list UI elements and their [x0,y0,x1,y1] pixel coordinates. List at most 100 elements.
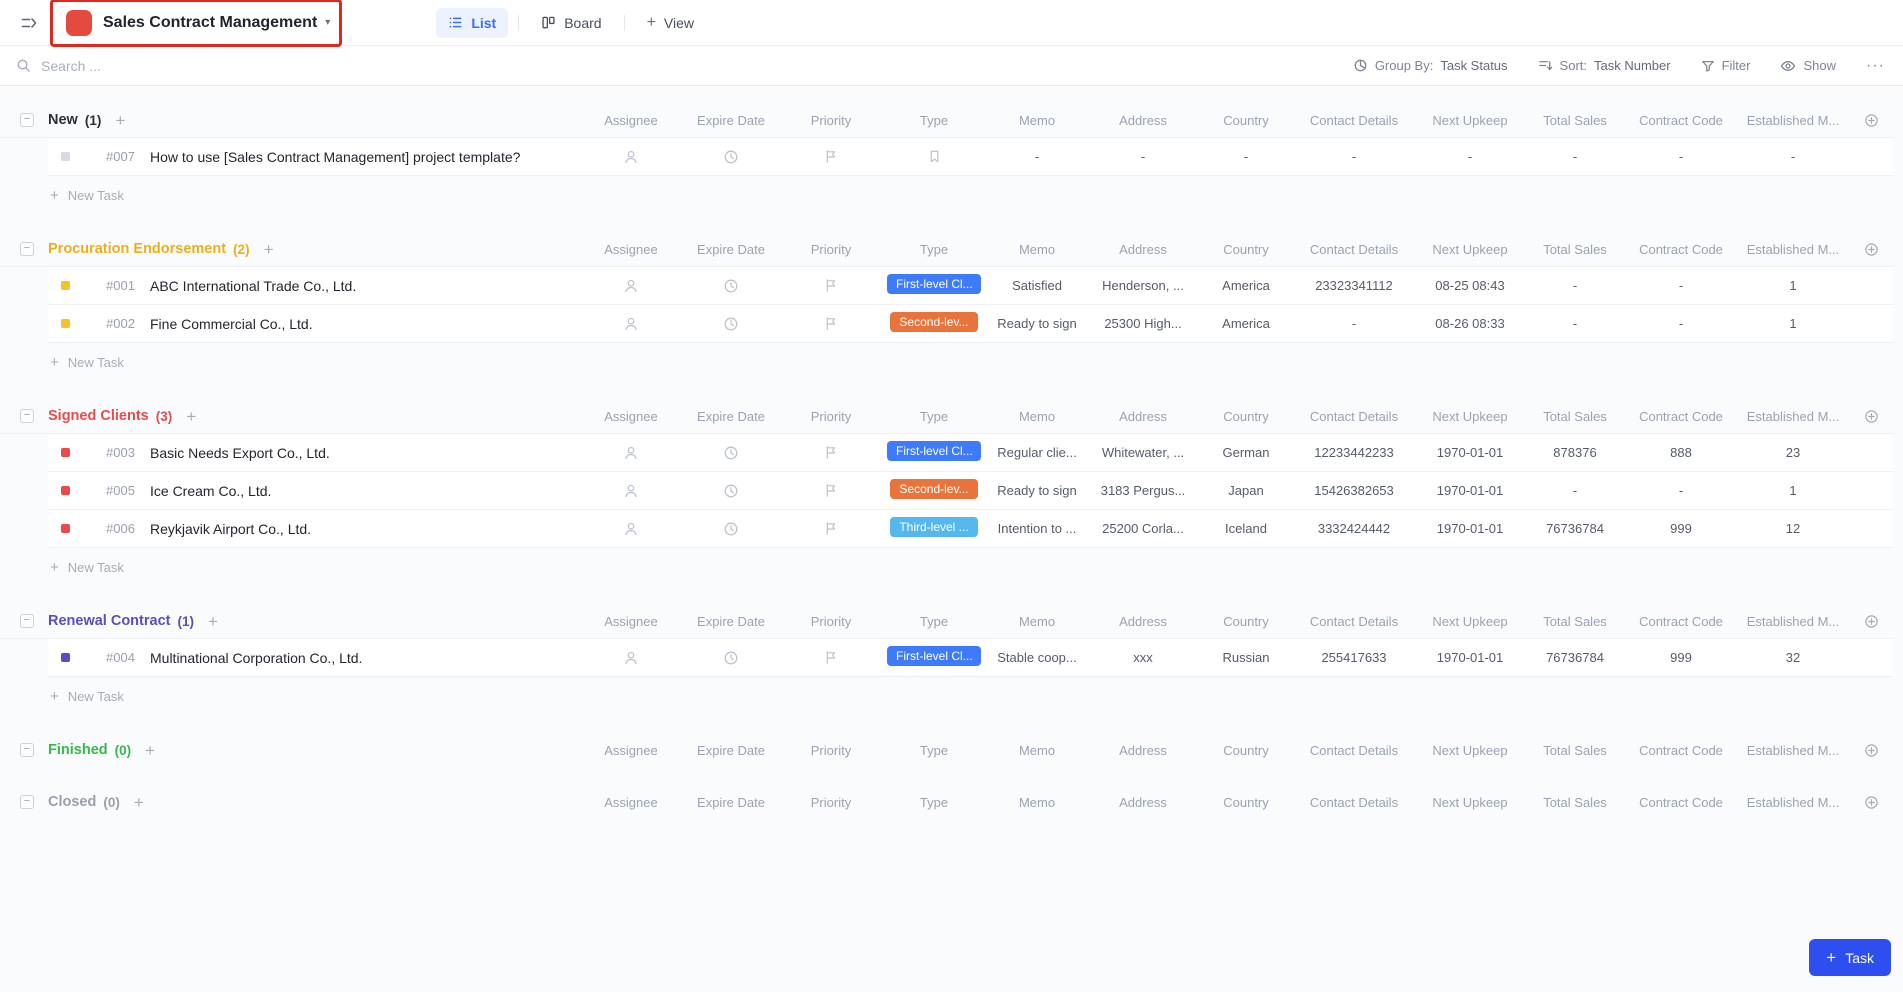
column-header-assignee[interactable]: Assignee [581,743,681,758]
cell-established[interactable]: 23 [1737,445,1849,460]
column-header-priority[interactable]: Priority [781,795,881,810]
column-header-contact[interactable]: Contact Details [1293,614,1415,629]
cell-memo[interactable]: Stable coop... [987,650,1087,665]
cell-memo[interactable]: Intention to ... [987,521,1087,536]
cell-address[interactable]: 3183 Pergus... [1087,483,1199,498]
type-chip[interactable]: First-level Cl... [887,274,981,294]
list-title-block[interactable]: Sales Contract Management ▾ [62,6,340,40]
cell-contact[interactable]: 15426382653 [1293,483,1415,498]
type-chip[interactable]: Second-lev... [890,479,977,499]
cell-total_sales[interactable]: 76736784 [1525,521,1625,536]
status-square[interactable] [61,152,70,161]
column-header-code[interactable]: Contract Code [1625,409,1737,424]
task-title[interactable]: Reykjavik Airport Co., Ltd. [150,521,311,537]
column-header-address[interactable]: Address [1087,242,1199,257]
column-header-country[interactable]: Country [1199,113,1293,128]
cell-contract_code[interactable]: - [1625,278,1737,293]
column-header-memo[interactable]: Memo [987,743,1087,758]
cell-total_sales[interactable]: 76736784 [1525,650,1625,665]
column-header-country[interactable]: Country [1199,743,1293,758]
cell-assignee[interactable] [581,650,681,666]
type-chip[interactable]: Second-lev... [890,312,977,332]
status-square[interactable] [61,319,70,328]
cell-next_upkeep[interactable]: 1970-01-01 [1415,521,1525,536]
column-header-memo[interactable]: Memo [987,795,1087,810]
cell-priority[interactable] [781,445,881,460]
type-chip[interactable]: Third-level ... [890,517,977,537]
column-header-sales[interactable]: Total Sales [1525,113,1625,128]
add-column-icon[interactable] [1849,409,1893,424]
column-header-contact[interactable]: Contact Details [1293,743,1415,758]
cell-assignee[interactable] [581,278,681,294]
cell-memo[interactable]: Regular clie... [987,445,1087,460]
column-header-memo[interactable]: Memo [987,242,1087,257]
type-chip[interactable]: First-level Cl... [887,441,981,461]
cell-address[interactable]: Henderson, ... [1087,278,1199,293]
cell-expire-date[interactable] [681,316,781,332]
tab-board[interactable]: Board [529,8,613,38]
column-header-assignee[interactable]: Assignee [581,113,681,128]
cell-assignee[interactable] [581,483,681,499]
cell-next_upkeep[interactable]: 1970-01-01 [1415,650,1525,665]
column-header-type[interactable]: Type [881,113,987,128]
column-header-expire[interactable]: Expire Date [681,795,781,810]
column-header-address[interactable]: Address [1087,409,1199,424]
add-task-to-group-icon[interactable]: + [115,112,125,129]
column-header-expire[interactable]: Expire Date [681,409,781,424]
cell-established[interactable]: 1 [1737,483,1849,498]
sort-control[interactable]: Sort: Task Number [1538,58,1671,73]
cell-country[interactable]: America [1199,316,1293,331]
add-task-to-group-icon[interactable]: + [145,742,155,759]
collapse-group-icon[interactable]: − [20,409,34,423]
cell-established[interactable]: 1 [1737,278,1849,293]
table-row[interactable]: #007 How to use [Sales Contract Manageme… [48,138,1893,176]
new-task-link[interactable]: + New Task [50,343,1893,381]
collapse-group-icon[interactable]: − [20,743,34,757]
task-title[interactable]: Basic Needs Export Co., Ltd. [150,445,330,461]
cell-address[interactable]: xxx [1087,650,1199,665]
cell-contract_code[interactable]: - [1625,483,1737,498]
cell-next_upkeep[interactable]: 1970-01-01 [1415,445,1525,460]
group-name[interactable]: New [48,112,78,128]
status-square[interactable] [61,653,70,662]
column-header-address[interactable]: Address [1087,113,1199,128]
cell-expire-date[interactable] [681,483,781,499]
cell-next_upkeep[interactable]: 08-26 08:33 [1415,316,1525,331]
table-row[interactable]: #001 ABC International Trade Co., Ltd. [48,267,1893,305]
show-control[interactable]: Show [1780,58,1836,74]
column-header-memo[interactable]: Memo [987,409,1087,424]
cell-country[interactable]: America [1199,278,1293,293]
new-task-link[interactable]: + New Task [50,677,1893,715]
cell-memo[interactable]: Ready to sign [987,483,1087,498]
column-header-sales[interactable]: Total Sales [1525,795,1625,810]
cell-type[interactable]: First-level Cl... [881,646,987,669]
column-header-memo[interactable]: Memo [987,614,1087,629]
column-header-priority[interactable]: Priority [781,113,881,128]
cell-memo[interactable]: - [987,149,1087,164]
column-header-contact[interactable]: Contact Details [1293,242,1415,257]
cell-total_sales[interactable]: - [1525,149,1625,164]
column-header-established[interactable]: Established M... [1737,113,1849,128]
cell-expire-date[interactable] [681,278,781,294]
new-task-link[interactable]: + New Task [50,176,1893,214]
collapse-group-icon[interactable]: − [20,242,34,256]
column-header-address[interactable]: Address [1087,795,1199,810]
cell-type[interactable] [881,149,987,164]
column-header-priority[interactable]: Priority [781,743,881,758]
cell-address[interactable]: - [1087,149,1199,164]
cell-country[interactable]: German [1199,445,1293,460]
column-header-country[interactable]: Country [1199,242,1293,257]
column-header-assignee[interactable]: Assignee [581,242,681,257]
column-header-sales[interactable]: Total Sales [1525,409,1625,424]
column-header-contact[interactable]: Contact Details [1293,795,1415,810]
table-row[interactable]: #006 Reykjavik Airport Co., Ltd. [48,510,1893,548]
cell-established[interactable]: 1 [1737,316,1849,331]
column-header-country[interactable]: Country [1199,409,1293,424]
add-column-icon[interactable] [1849,242,1893,257]
cell-address[interactable]: Whitewater, ... [1087,445,1199,460]
cell-total_sales[interactable]: - [1525,483,1625,498]
column-header-priority[interactable]: Priority [781,409,881,424]
status-square[interactable] [61,486,70,495]
cell-expire-date[interactable] [681,650,781,666]
cell-priority[interactable] [781,278,881,293]
